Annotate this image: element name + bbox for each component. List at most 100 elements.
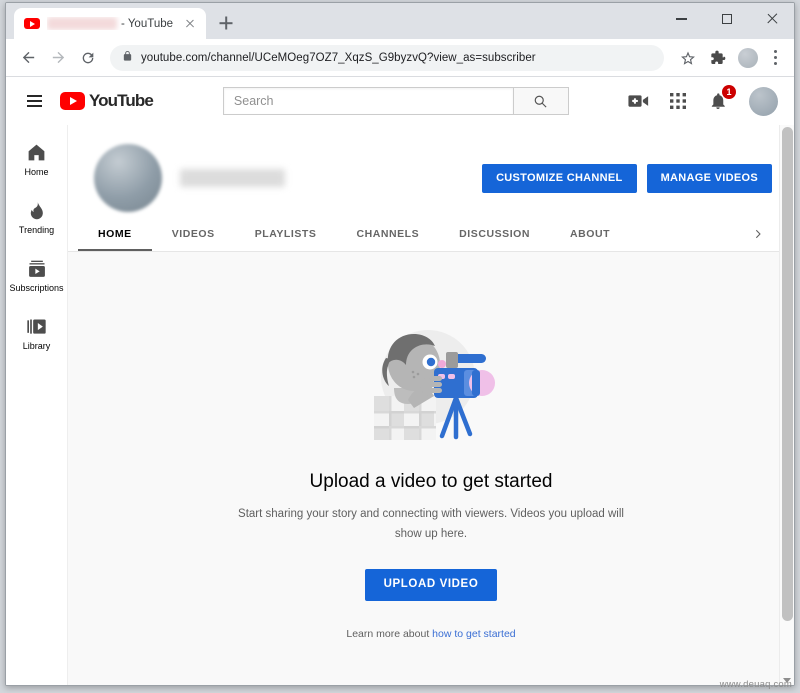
channel-action-buttons: CUSTOMIZE CHANNEL MANAGE VIDEOS — [482, 163, 772, 193]
sidebar-item-label: Subscriptions — [9, 282, 64, 293]
browser-toolbar: youtube.com/channel/UCeMOeg7OZ7_XqzS_G9b… — [6, 39, 794, 77]
browser-title-bar: - YouTube — [6, 3, 794, 39]
customize-channel-button[interactable]: CUSTOMIZE CHANNEL — [482, 163, 637, 193]
tab-strip: - YouTube — [14, 3, 240, 39]
browser-profile-avatar[interactable] — [738, 47, 758, 68]
menu-dot — [773, 61, 777, 65]
sidebar-item-subscriptions[interactable]: Subscriptions — [6, 247, 67, 305]
reload-icon — [82, 52, 94, 63]
new-tab-button[interactable] — [212, 9, 240, 37]
learn-more-prefix: Learn more about — [346, 627, 433, 640]
browser-window: - YouTube youtube.com/channel/UCeMOeg7OZ… — [5, 2, 795, 686]
tab-about[interactable]: ABOUT — [550, 217, 630, 251]
tab-title-suffix: - YouTube — [121, 17, 174, 30]
youtube-favicon — [24, 16, 40, 32]
chevron-right-icon — [755, 229, 761, 239]
address-bar-url: youtube.com/channel/UCeMOeg7OZ7_XqzS_G9b… — [141, 51, 536, 64]
channel-header: CUSTOMIZE CHANNEL MANAGE VIDEOS HOME VID… — [68, 125, 794, 252]
sidebar-item-label: Home — [24, 167, 49, 178]
search-button[interactable] — [512, 87, 569, 115]
create-video-button[interactable] — [627, 90, 649, 112]
channel-name — [180, 169, 285, 187]
learn-more-text: Learn more about how to get started — [346, 628, 515, 640]
menu-dot — [773, 56, 777, 59]
hamburger-line — [26, 100, 42, 102]
empty-state-subtitle: Start sharing your story and connecting … — [238, 508, 624, 541]
bookmark-star-button[interactable] — [674, 44, 702, 72]
youtube-guide-sidebar: Home Trending Subscriptions Library — [6, 125, 68, 685]
trending-flame-icon — [30, 202, 43, 220]
sidebar-item-library[interactable]: Library — [6, 305, 67, 363]
minimize-button[interactable] — [659, 3, 704, 35]
empty-state: Upload a video to get started Start shar… — [68, 252, 794, 640]
redacted-channel-name — [47, 17, 117, 30]
star-icon — [681, 51, 695, 65]
extensions-button[interactable] — [704, 44, 732, 72]
tab-home[interactable]: HOME — [78, 217, 152, 251]
youtube-logo-text: YouTube — [89, 91, 154, 110]
reload-button[interactable] — [74, 44, 102, 72]
empty-state-title: Upload a video to get started — [309, 471, 553, 492]
hamburger-line — [26, 105, 42, 107]
youtube-search: Search — [222, 87, 569, 115]
browser-tab-title: - YouTube — [47, 17, 175, 30]
sidebar-item-trending[interactable]: Trending — [6, 189, 67, 247]
channel-tab-bar: HOME VIDEOS PLAYLISTS CHANNELS DISCUSSIO… — [68, 217, 794, 251]
maximize-icon — [721, 14, 732, 24]
more-tabs-button[interactable] — [744, 217, 772, 251]
tab-channels[interactable]: CHANNELS — [336, 217, 439, 251]
tab-videos[interactable]: VIDEOS — [152, 217, 235, 251]
maximize-button[interactable] — [704, 3, 749, 35]
desktop-background: - YouTube youtube.com/channel/UCeMOeg7OZ… — [0, 0, 800, 693]
page-viewport: YouTube Search 1 Home Trending Subscript… — [6, 77, 794, 685]
youtube-body: Home Trending Subscriptions Library CUST… — [6, 125, 794, 685]
address-bar[interactable]: youtube.com/channel/UCeMOeg7OZ7_XqzS_G9b… — [110, 44, 664, 71]
library-icon — [27, 319, 46, 334]
search-input[interactable]: Search — [222, 87, 513, 115]
youtube-play-icon — [60, 92, 85, 110]
manage-videos-button[interactable]: MANAGE VIDEOS — [646, 163, 772, 193]
videographer-illustration — [374, 330, 495, 440]
scrollbar-thumb[interactable] — [782, 127, 793, 621]
create-video-icon — [627, 95, 648, 107]
back-arrow-icon — [22, 51, 34, 64]
browser-tab-youtube[interactable]: - YouTube — [14, 8, 206, 39]
sidebar-item-label: Trending — [18, 225, 55, 236]
channel-page-content: CUSTOMIZE CHANNEL MANAGE VIDEOS HOME VID… — [68, 125, 794, 685]
back-button[interactable] — [14, 44, 42, 72]
guide-toggle-button[interactable] — [16, 83, 52, 119]
how-to-get-started-link[interactable]: how to get started — [432, 628, 515, 640]
close-window-button[interactable] — [749, 3, 794, 35]
forward-arrow-icon — [52, 51, 64, 64]
home-icon — [28, 144, 45, 161]
close-tab-icon[interactable] — [182, 16, 198, 32]
forward-button[interactable] — [44, 44, 72, 72]
youtube-logo[interactable]: YouTube — [60, 91, 154, 111]
notifications-button[interactable]: 1 — [707, 85, 736, 112]
sidebar-item-label: Library — [22, 340, 51, 351]
channel-avatar[interactable] — [94, 144, 162, 212]
page-scrollbar[interactable] — [779, 125, 794, 685]
account-avatar[interactable] — [749, 86, 778, 116]
youtube-masthead: YouTube Search 1 — [6, 77, 794, 125]
window-controls — [659, 3, 794, 35]
close-icon — [766, 13, 778, 25]
lock-icon — [122, 49, 133, 67]
tab-discussion[interactable]: DISCUSSION — [439, 217, 550, 251]
masthead-actions: 1 — [627, 85, 782, 116]
subscriptions-icon — [28, 260, 45, 277]
apps-grid-icon — [670, 93, 686, 109]
channel-identity-row: CUSTOMIZE CHANNEL MANAGE VIDEOS — [68, 139, 794, 217]
youtube-apps-button[interactable] — [667, 90, 689, 112]
upload-video-button[interactable]: UPLOAD VIDEO — [364, 569, 498, 601]
site-watermark: www.deuaq.com — [719, 679, 792, 690]
tab-playlists[interactable]: PLAYLISTS — [235, 217, 337, 251]
minimize-icon — [676, 18, 687, 20]
notification-count-badge: 1 — [722, 85, 736, 99]
sidebar-item-home[interactable]: Home — [6, 131, 67, 189]
search-icon — [535, 95, 547, 108]
search-placeholder: Search — [233, 94, 274, 108]
menu-dot — [773, 50, 777, 54]
browser-menu-button[interactable] — [764, 44, 786, 72]
puzzle-icon — [711, 50, 726, 64]
